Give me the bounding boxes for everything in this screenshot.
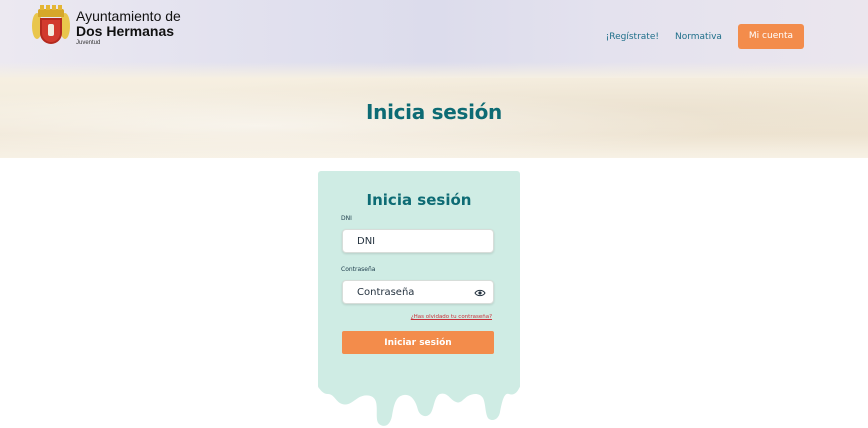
eye-icon[interactable] xyxy=(474,288,486,298)
decorative-drips xyxy=(318,382,520,426)
my-account-button[interactable]: Mi cuenta xyxy=(737,24,804,49)
site-header: Ayuntamiento de Dos Hermanas Juventud ¡R… xyxy=(0,0,868,78)
login-title: Inicia sesión xyxy=(366,191,472,209)
dni-field-box xyxy=(342,229,494,253)
login-submit-button[interactable]: Iniciar sesión xyxy=(342,331,494,354)
normativa-link[interactable]: Normativa xyxy=(675,32,722,42)
password-input[interactable] xyxy=(357,286,477,298)
forgot-password-link[interactable]: ¿Has olvidado tu contraseña? xyxy=(411,314,492,320)
dni-input[interactable] xyxy=(357,235,477,247)
logo-text: Ayuntamiento de Dos Hermanas Juventud xyxy=(76,9,181,46)
login-card: Inicia sesión DNI Contraseña ¿Has olvida… xyxy=(318,171,520,389)
logo-line-3: Juventud xyxy=(76,40,101,46)
password-field-box xyxy=(342,280,494,304)
password-label: Contraseña xyxy=(341,266,376,273)
register-link[interactable]: ¡Regístrate! xyxy=(606,32,659,42)
page-title: Inicia sesión xyxy=(365,100,502,124)
dni-label: DNI xyxy=(341,215,352,222)
site-logo[interactable]: Ayuntamiento de Dos Hermanas Juventud xyxy=(32,5,181,53)
logo-line-2: Dos Hermanas xyxy=(76,23,175,39)
coat-of-arms-icon xyxy=(32,5,70,53)
main-nav: ¡Regístrate! Normativa Mi cuenta xyxy=(606,24,804,49)
logo-line-1: Ayuntamiento de xyxy=(76,8,181,24)
